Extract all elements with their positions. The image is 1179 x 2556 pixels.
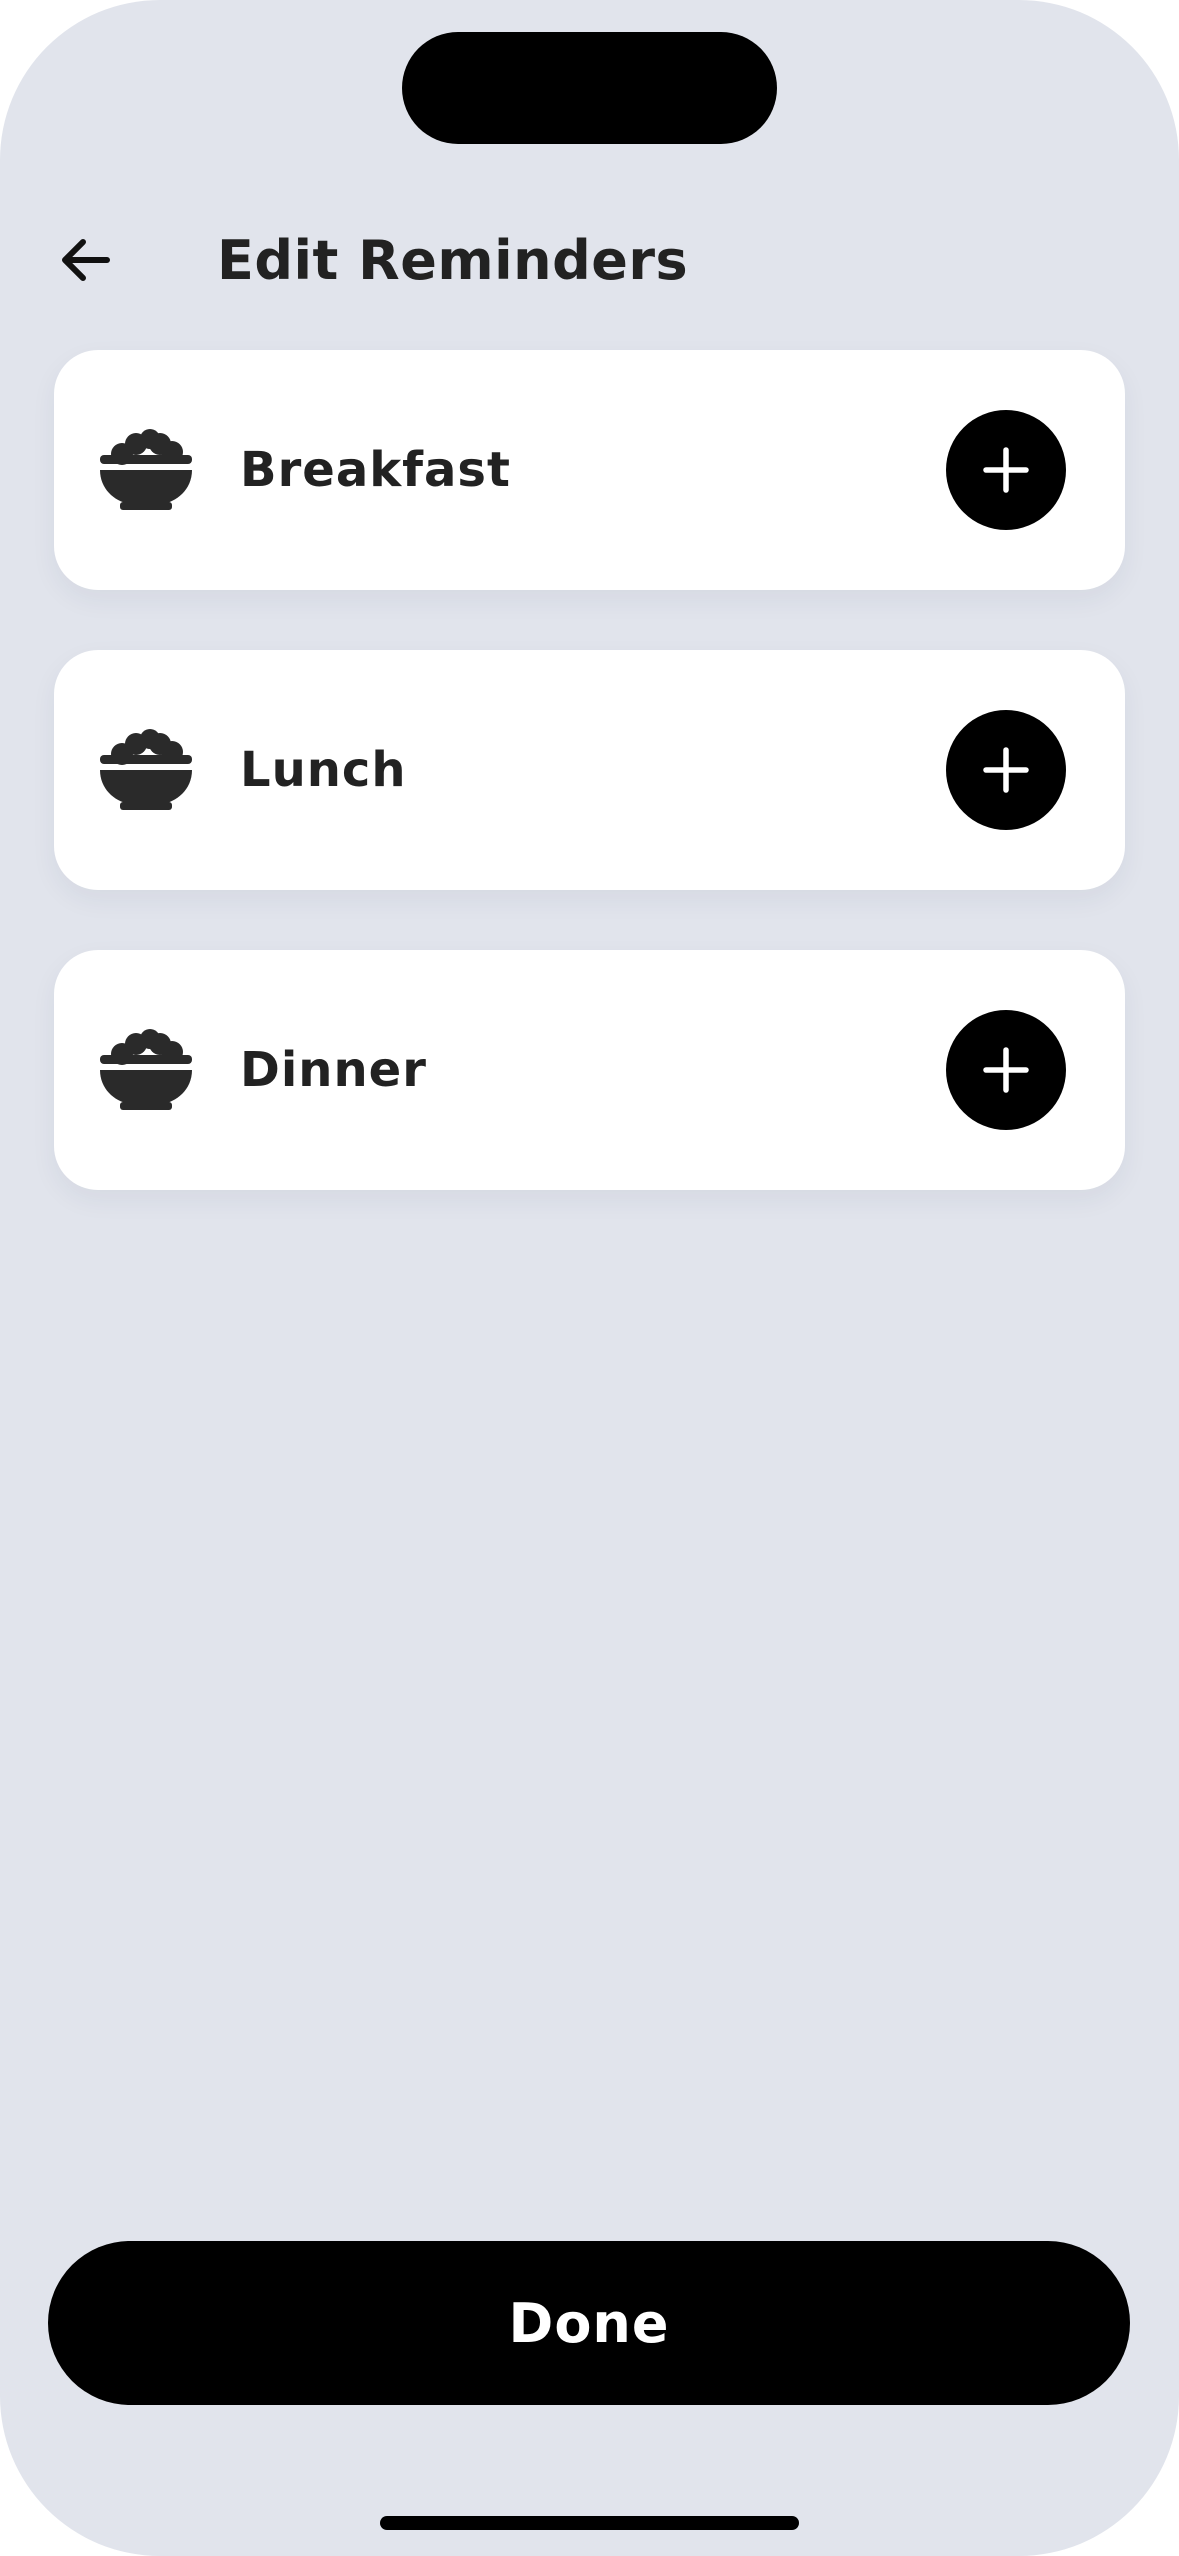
arrow-left-icon: [62, 239, 110, 281]
meal-card-breakfast: Breakfast: [54, 350, 1125, 590]
meal-card-dinner: Dinner: [54, 950, 1125, 1190]
plus-icon: [983, 1047, 1029, 1093]
app-screen: Edit Reminders Breakfast Lunch Dinner Do…: [0, 0, 1179, 2556]
meal-label-breakfast: Breakfast: [240, 442, 511, 498]
done-button[interactable]: Done: [48, 2241, 1130, 2405]
rice-bowl-icon: [100, 729, 192, 810]
page-title: Edit Reminders: [217, 229, 689, 292]
plus-icon: [983, 447, 1029, 493]
dynamic-island: [402, 32, 777, 144]
meal-card-lunch: Lunch: [54, 650, 1125, 890]
add-reminder-button-lunch[interactable]: [946, 710, 1066, 830]
home-indicator[interactable]: [380, 2516, 799, 2530]
add-reminder-button-breakfast[interactable]: [946, 410, 1066, 530]
add-reminder-button-dinner[interactable]: [946, 1010, 1066, 1130]
plus-icon: [983, 747, 1029, 793]
done-button-label: Done: [508, 2291, 670, 2355]
back-button[interactable]: [40, 220, 130, 300]
rice-bowl-icon: [100, 1029, 192, 1110]
meal-label-lunch: Lunch: [240, 742, 407, 798]
rice-bowl-icon: [100, 429, 192, 510]
meal-label-dinner: Dinner: [240, 1042, 427, 1098]
header: Edit Reminders: [0, 200, 1179, 320]
